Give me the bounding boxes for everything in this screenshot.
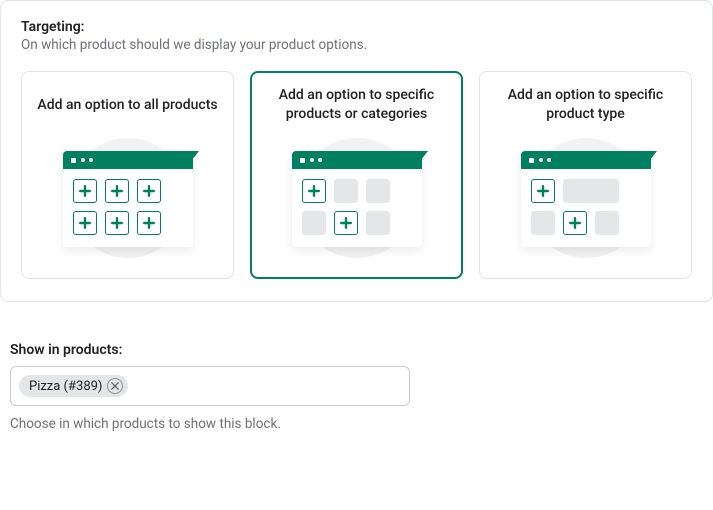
show-in-products-panel: Show in products: Pizza (#389) Choose in…: [0, 342, 713, 454]
show-in-products-label: Show in products:: [10, 342, 693, 358]
card-title: Add an option to specific product type: [490, 86, 681, 124]
targeting-title: Targeting:: [21, 19, 692, 35]
card-illustration: [32, 134, 223, 264]
plus-icon: [302, 179, 326, 203]
plus-icon: [105, 179, 129, 203]
plus-icon: [563, 211, 587, 235]
remove-tag-button[interactable]: [107, 378, 123, 394]
plus-icon: [334, 211, 358, 235]
plus-icon: [105, 211, 129, 235]
plus-icon: [531, 179, 555, 203]
targeting-card-specific-products[interactable]: Add an option to specific products or ca…: [250, 71, 463, 279]
plus-icon: [137, 179, 161, 203]
product-tag-text: Pizza (#389): [29, 379, 102, 394]
products-tag-input[interactable]: Pizza (#389): [10, 366, 410, 406]
card-illustration: [490, 134, 681, 264]
targeting-card-all-products[interactable]: Add an option to all products: [21, 71, 234, 279]
targeting-cards: Add an option to all products: [21, 71, 692, 279]
plus-icon: [73, 211, 97, 235]
targeting-panel: Targeting: On which product should we di…: [0, 0, 713, 302]
close-icon: [111, 382, 119, 390]
card-title: Add an option to all products: [32, 86, 223, 124]
show-in-products-helper: Choose in which products to show this bl…: [10, 416, 693, 432]
card-illustration: [261, 134, 452, 264]
product-tag: Pizza (#389): [19, 375, 128, 397]
plus-icon: [73, 179, 97, 203]
targeting-subtitle: On which product should we display your …: [21, 37, 692, 53]
plus-icon: [137, 211, 161, 235]
targeting-card-product-type[interactable]: Add an option to specific product type: [479, 71, 692, 279]
card-title: Add an option to specific products or ca…: [261, 86, 452, 124]
